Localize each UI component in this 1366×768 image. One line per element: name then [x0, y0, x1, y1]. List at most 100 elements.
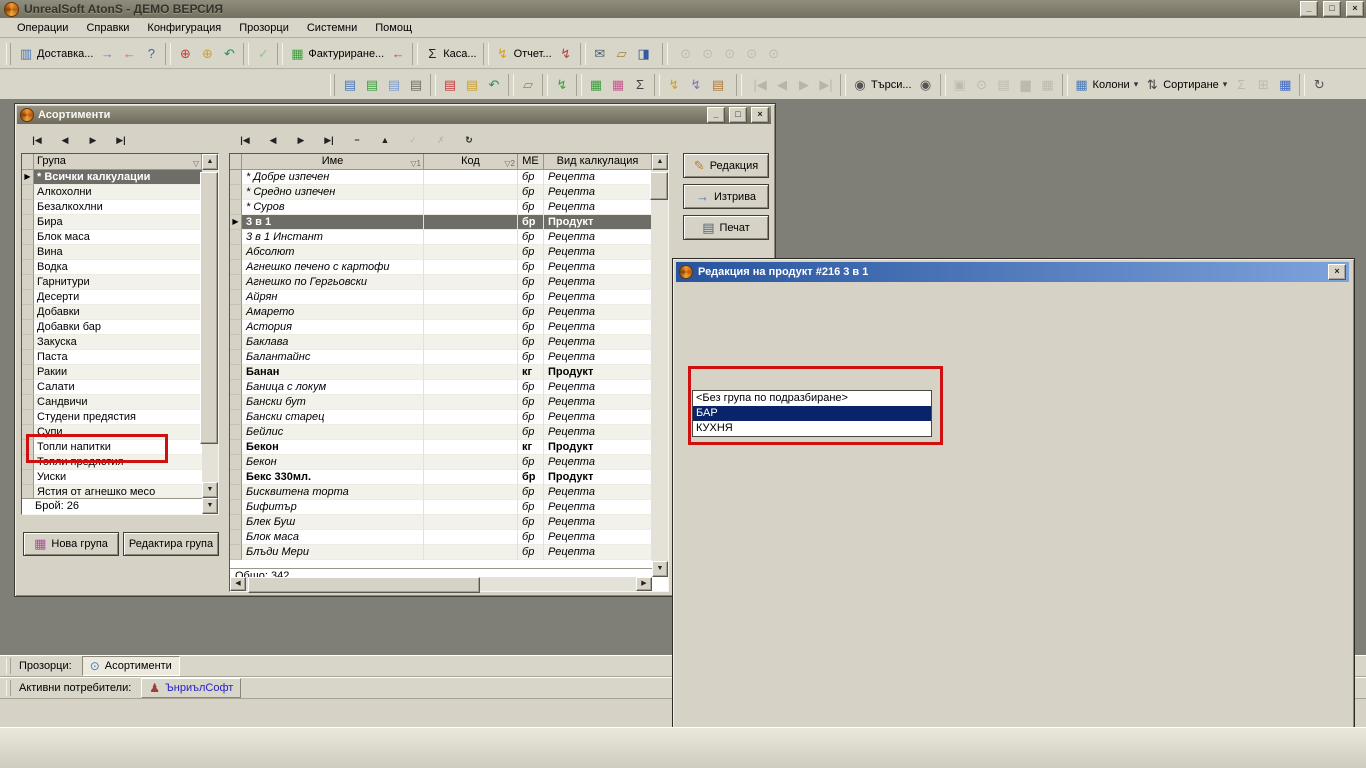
- users-doc-icon[interactable]: ▤: [707, 73, 729, 97]
- group-row[interactable]: Алкохолни: [22, 185, 218, 200]
- new-doc-red-icon[interactable]: ▤: [439, 73, 461, 97]
- Амарето[interactable]: Амарето бр Рецепта: [230, 305, 652, 320]
- Абсолют[interactable]: Абсолют бр Рецепта: [230, 245, 652, 260]
- filter-icon[interactable]: ▽2: [504, 156, 515, 171]
- note-doc-icon[interactable]: ▤: [405, 73, 427, 97]
- wallet-icon[interactable]: ▱: [611, 42, 633, 66]
- exit-door-icon[interactable]: ◨: [633, 42, 655, 66]
- product-refresh[interactable]: ↻: [455, 128, 483, 152]
- Блъди Мери[interactable]: Блъди Мери бр Рецепта: [230, 545, 652, 560]
- print-button[interactable]: ▤ Печат: [683, 215, 769, 240]
- group-row[interactable]: Вина: [22, 245, 218, 260]
- table-return-icon[interactable]: ▦: [607, 73, 629, 97]
- grid-lines-icon[interactable]: ⊞: [1252, 73, 1274, 97]
- 3 в 1[interactable]: 3 в 1 бр Продукт: [230, 215, 652, 230]
- group-row[interactable]: Студени предястия: [22, 410, 218, 425]
- minimize-button[interactable]: _: [1300, 1, 1318, 17]
- 3 в 1 Инстант[interactable]: 3 в 1 Инстант бр Рецепта: [230, 230, 652, 245]
- flash-find-icon[interactable]: ↯: [685, 73, 707, 97]
- group-row[interactable]: Паста: [22, 350, 218, 365]
- mail-icon[interactable]: ✉: [589, 42, 611, 66]
- active-user-item[interactable]: ♟ ЪнриълСофт: [141, 678, 241, 698]
- Бифитър[interactable]: Бифитър бр Рецепта: [230, 500, 652, 515]
- group-row[interactable]: Водка: [22, 260, 218, 275]
- terminal-check-icon[interactable]: ✓: [252, 42, 274, 66]
- refresh-icon[interactable]: ↻: [1308, 73, 1330, 97]
- group-nav-prev[interactable]: ◀: [51, 128, 79, 152]
- group-row[interactable]: Салати: [22, 380, 218, 395]
- group-row[interactable]: Топли предястия: [22, 455, 218, 470]
- new-group-button[interactable]: ▦ Нова група: [23, 532, 119, 556]
- new-doc-yellow-icon[interactable]: ▤: [461, 73, 483, 97]
- column-header-me[interactable]: МЕ: [518, 154, 544, 170]
- * Добре изпечен[interactable]: * Добре изпечен бр Рецепта: [230, 170, 652, 185]
- groups-scrollbar[interactable]: ▲ ▼: [202, 154, 218, 498]
- columns-button[interactable]: ▦ Колони: [1071, 73, 1142, 97]
- Бисквитена торта[interactable]: Бисквитена торта бр Рецепта: [230, 485, 652, 500]
- group-row[interactable]: Десерти: [22, 290, 218, 305]
- * Суров[interactable]: * Суров бр Рецепта: [230, 200, 652, 215]
- product-edit[interactable]: ▲: [371, 128, 399, 152]
- return-invoice-icon[interactable]: ←: [387, 42, 409, 66]
- sorting-button[interactable]: ⇅ Сортиране: [1141, 73, 1230, 97]
- undo-home-icon[interactable]: ↶: [218, 42, 240, 66]
- search-button[interactable]: ◉ Търси...: [849, 73, 915, 97]
- view-doc-icon[interactable]: ⊙: [675, 42, 697, 66]
- filter-icon[interactable]: ▽: [193, 156, 199, 171]
- column-header-group[interactable]: Група ▽: [34, 154, 202, 170]
- dialog-close-button[interactable]: ×: [1328, 264, 1346, 280]
- search-add-icon[interactable]: ◉: [915, 73, 937, 97]
- dropdown-button[interactable]: ▼: [202, 498, 218, 514]
- Бекс 330мл.[interactable]: Бекс 330мл. бр Продукт: [230, 470, 652, 485]
- sum-icon[interactable]: Σ: [1230, 73, 1252, 97]
- find-window-icon[interactable]: ⊙: [763, 42, 785, 66]
- sigma-doc-icon[interactable]: Σ: [629, 73, 651, 97]
- menu-item[interactable]: Конфигурация: [138, 20, 230, 36]
- maximize-button[interactable]: □: [1323, 1, 1341, 17]
- product-nav-next[interactable]: ▶: [287, 128, 315, 152]
- delivery-doc-icon[interactable]: ▤: [339, 73, 361, 97]
- export-grid-icon[interactable]: ▦: [1037, 73, 1059, 97]
- Агнешко печено с картофи[interactable]: Агнешко печено с картофи бр Рецепта: [230, 260, 652, 275]
- dropdown-option[interactable]: КУХНЯ: [693, 421, 931, 436]
- Бански бут[interactable]: Бански бут бр Рецепта: [230, 395, 652, 410]
- group-row[interactable]: Сандвичи: [22, 395, 218, 410]
- menu-item[interactable]: Помощ: [366, 20, 421, 36]
- Бански старец[interactable]: Бански старец бр Рецепта: [230, 410, 652, 425]
- new-item-red-icon[interactable]: ⊕: [174, 42, 196, 66]
- menu-item[interactable]: Системни: [298, 20, 366, 36]
- menu-item[interactable]: Операции: [8, 20, 77, 36]
- flash-doc-icon[interactable]: ↯: [663, 73, 685, 97]
- edit-group-button[interactable]: Редактира група: [123, 532, 219, 556]
- group-row[interactable]: Уиски: [22, 470, 218, 485]
- product-cancel[interactable]: ✗: [427, 128, 455, 152]
- window-task-button[interactable]: ⊙ Асортименти: [82, 656, 180, 676]
- print-icon[interactable]: ▤: [993, 73, 1015, 97]
- group-row[interactable]: Добавки бар: [22, 320, 218, 335]
- window-minimize-button[interactable]: _: [707, 107, 725, 123]
- window-maximize-button[interactable]: □: [729, 107, 747, 123]
- nav-first-icon[interactable]: |◀: [749, 73, 771, 97]
- save-icon[interactable]: ▣: [949, 73, 971, 97]
- column-header-kind[interactable]: Вид калкулация: [544, 154, 652, 170]
- chart-icon[interactable]: ▆: [1015, 73, 1037, 97]
- column-header-code[interactable]: Код ▽2: [424, 154, 518, 170]
- find-items-icon[interactable]: ⊙: [697, 42, 719, 66]
- dropdown-option[interactable]: <Без група по подразбиране>: [693, 391, 931, 406]
- products-vscrollbar[interactable]: ▲ ▼: [652, 154, 668, 577]
- group-row[interactable]: Ракии: [22, 365, 218, 380]
- product-nav-last[interactable]: ▶|: [315, 128, 343, 152]
- group-row[interactable]: Блок маса: [22, 230, 218, 245]
- transfer-in-icon[interactable]: ←: [118, 42, 140, 66]
- new-item-yellow-icon[interactable]: ⊕: [196, 42, 218, 66]
- group-row[interactable]: Безалкохлни: [22, 200, 218, 215]
- preview-icon[interactable]: ⊙: [971, 73, 993, 97]
- delivery-button[interactable]: ▥ Доставка...: [15, 42, 96, 66]
- filter-icon[interactable]: ▽1: [410, 156, 421, 171]
- edit-button[interactable]: ✎ Редакция: [683, 153, 769, 178]
- Айрян[interactable]: Айрян бр Рецепта: [230, 290, 652, 305]
- Блек Буш[interactable]: Блек Буш бр Рецепта: [230, 515, 652, 530]
- group-row[interactable]: Бира: [22, 215, 218, 230]
- group-row[interactable]: Добавки: [22, 305, 218, 320]
- transfer-out-icon[interactable]: →: [96, 42, 118, 66]
